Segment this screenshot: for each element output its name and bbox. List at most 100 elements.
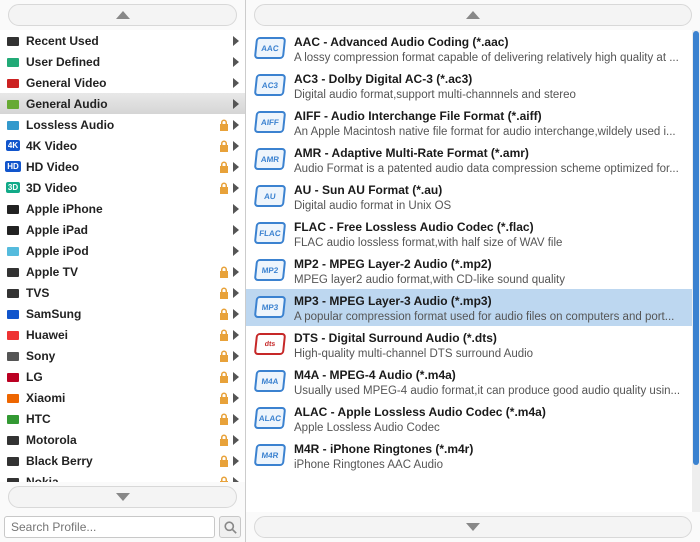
lock-icon — [219, 140, 229, 152]
format-desc: High-quality multi-channel DTS surround … — [294, 348, 690, 360]
chevron-right-icon — [233, 456, 239, 466]
chevron-right-icon — [233, 393, 239, 403]
lock-icon — [219, 434, 229, 446]
category-icon — [4, 74, 22, 92]
format-item[interactable]: ALAC ALAC - Apple Lossless Audio Codec (*… — [246, 400, 700, 437]
format-list: AACAAC - Advanced Audio Coding (*.aac)A … — [246, 30, 700, 512]
category-item[interactable]: Motorola — [0, 429, 245, 450]
category-item[interactable]: Xiaomi — [0, 387, 245, 408]
format-title: DTS - Digital Surround Audio (*.dts) — [294, 331, 690, 345]
category-label: HD Video — [26, 160, 217, 174]
lock-icon — [219, 266, 229, 278]
format-scroll-down[interactable] — [254, 516, 692, 538]
format-item[interactable]: MP2 MP2 - MPEG Layer-2 Audio (*.mp2)MPEG … — [246, 252, 700, 289]
category-label: General Video — [26, 76, 229, 90]
category-label: Apple TV — [26, 265, 217, 279]
format-item[interactable]: AIFFAIFF - Audio Interchange File Format… — [246, 104, 700, 141]
format-item[interactable]: AACAAC - Advanced Audio Coding (*.aac)A … — [246, 30, 700, 67]
category-item[interactable]: General Video — [0, 72, 245, 93]
lock-icon — [219, 476, 229, 483]
format-item[interactable]: M4R M4R - iPhone Ringtones (*.m4r) iPhone … — [246, 437, 700, 474]
format-desc: A popular compression format used for au… — [294, 311, 690, 323]
format-item[interactable]: AMRAMR - Adaptive Multi-Rate Format (*.a… — [246, 141, 700, 178]
category-icon — [4, 284, 22, 302]
chevron-right-icon — [233, 435, 239, 445]
scrollbar[interactable] — [692, 30, 700, 512]
category-item[interactable]: HD HD Video — [0, 156, 245, 177]
format-icon: dts — [254, 330, 286, 358]
format-body: M4R - iPhone Ringtones (*.m4r) iPhone Rin… — [294, 441, 690, 471]
category-item[interactable]: TVS — [0, 282, 245, 303]
chevron-right-icon — [233, 36, 239, 46]
format-body: AC3 - Dolby Digital AC-3 (*.ac3)Digital … — [294, 71, 690, 101]
category-item[interactable]: 4K4K Video — [0, 135, 245, 156]
category-panel: Recent UsedUser Defined General Video Gene… — [0, 0, 246, 542]
lock-icon — [219, 308, 229, 320]
format-item[interactable]: MP3 MP3 - MPEG Layer-3 Audio (*.mp3) A pop… — [246, 289, 700, 326]
category-icon — [4, 305, 22, 323]
search-input[interactable] — [4, 516, 215, 538]
category-item[interactable]: Apple iPad — [0, 219, 245, 240]
category-icon — [4, 95, 22, 113]
category-label: Black Berry — [26, 454, 217, 468]
chevron-right-icon — [233, 225, 239, 235]
format-title: MP3 - MPEG Layer-3 Audio (*.mp3) — [294, 294, 690, 308]
lock-icon — [219, 455, 229, 467]
format-body: MP3 - MPEG Layer-3 Audio (*.mp3) A popula… — [294, 293, 690, 323]
format-scroll-up[interactable] — [254, 4, 692, 26]
category-label: Apple iPhone — [26, 202, 229, 216]
category-icon: 3D — [4, 179, 22, 197]
format-title: AIFF - Audio Interchange File Format (*.… — [294, 109, 690, 123]
category-scroll-down[interactable] — [8, 486, 237, 508]
category-item[interactable]: 3D3D Video — [0, 177, 245, 198]
format-icon: M4R — [254, 441, 286, 469]
category-label: 4K Video — [26, 139, 217, 153]
format-item[interactable]: dts DTS - Digital Surround Audio (*.dts) H… — [246, 326, 700, 363]
category-item[interactable]: Huawei — [0, 324, 245, 345]
format-title: M4R - iPhone Ringtones (*.m4r) — [294, 442, 690, 456]
format-item[interactable]: FLACFLAC - Free Lossless Audio Codec (*.… — [246, 215, 700, 252]
format-desc: An Apple Macintosh native file format fo… — [294, 126, 690, 138]
category-item[interactable]: Nokia — [0, 471, 245, 482]
lock-icon — [219, 287, 229, 299]
search-button[interactable] — [219, 516, 241, 538]
format-body: M4A - MPEG-4 Audio (*.m4a)Usually used M… — [294, 367, 690, 397]
scrollbar-thumb[interactable] — [693, 31, 699, 465]
category-icon — [4, 32, 22, 50]
format-icon: MP3 — [254, 293, 286, 321]
category-item[interactable]: Black Berry — [0, 450, 245, 471]
format-item[interactable]: AUAU - Sun AU Format (*.au)Digital audio… — [246, 178, 700, 215]
chevron-right-icon — [233, 99, 239, 109]
chevron-right-icon — [233, 288, 239, 298]
format-icon: MP2 — [254, 256, 286, 284]
format-panel: AACAAC - Advanced Audio Coding (*.aac)A … — [246, 0, 700, 542]
category-item[interactable]: LG — [0, 366, 245, 387]
category-item[interactable]: HTC — [0, 408, 245, 429]
format-body: AIFF - Audio Interchange File Format (*.… — [294, 108, 690, 138]
chevron-right-icon — [233, 351, 239, 361]
format-icon: ALAC — [254, 404, 286, 432]
format-title: AMR - Adaptive Multi-Rate Format (*.amr) — [294, 146, 690, 160]
category-icon — [4, 53, 22, 71]
category-item[interactable]: Apple iPhone — [0, 198, 245, 219]
category-icon: HD — [4, 158, 22, 176]
chevron-right-icon — [233, 57, 239, 67]
category-item[interactable]: SamSung — [0, 303, 245, 324]
category-label: SamSung — [26, 307, 217, 321]
category-item[interactable]: General Audio — [0, 93, 245, 114]
lock-icon — [219, 413, 229, 425]
format-item[interactable]: AC3AC3 - Dolby Digital AC-3 (*.ac3)Digit… — [246, 67, 700, 104]
category-scroll-up[interactable] — [8, 4, 237, 26]
category-item[interactable]: Apple iPod — [0, 240, 245, 261]
category-item[interactable]: Apple TV — [0, 261, 245, 282]
lock-icon — [219, 119, 229, 131]
format-desc: iPhone Ringtones AAC Audio — [294, 459, 690, 471]
category-item[interactable]: User Defined — [0, 51, 245, 72]
format-title: ALAC - Apple Lossless Audio Codec (*.m4a… — [294, 405, 690, 419]
category-item[interactable]: Sony — [0, 345, 245, 366]
format-item[interactable]: M4AM4A - MPEG-4 Audio (*.m4a)Usually use… — [246, 363, 700, 400]
category-item[interactable]: Lossless Audio — [0, 114, 245, 135]
category-item[interactable]: Recent Used — [0, 30, 245, 51]
chevron-right-icon — [233, 78, 239, 88]
format-body: MP2 - MPEG Layer-2 Audio (*.mp2)MPEG lay… — [294, 256, 690, 286]
